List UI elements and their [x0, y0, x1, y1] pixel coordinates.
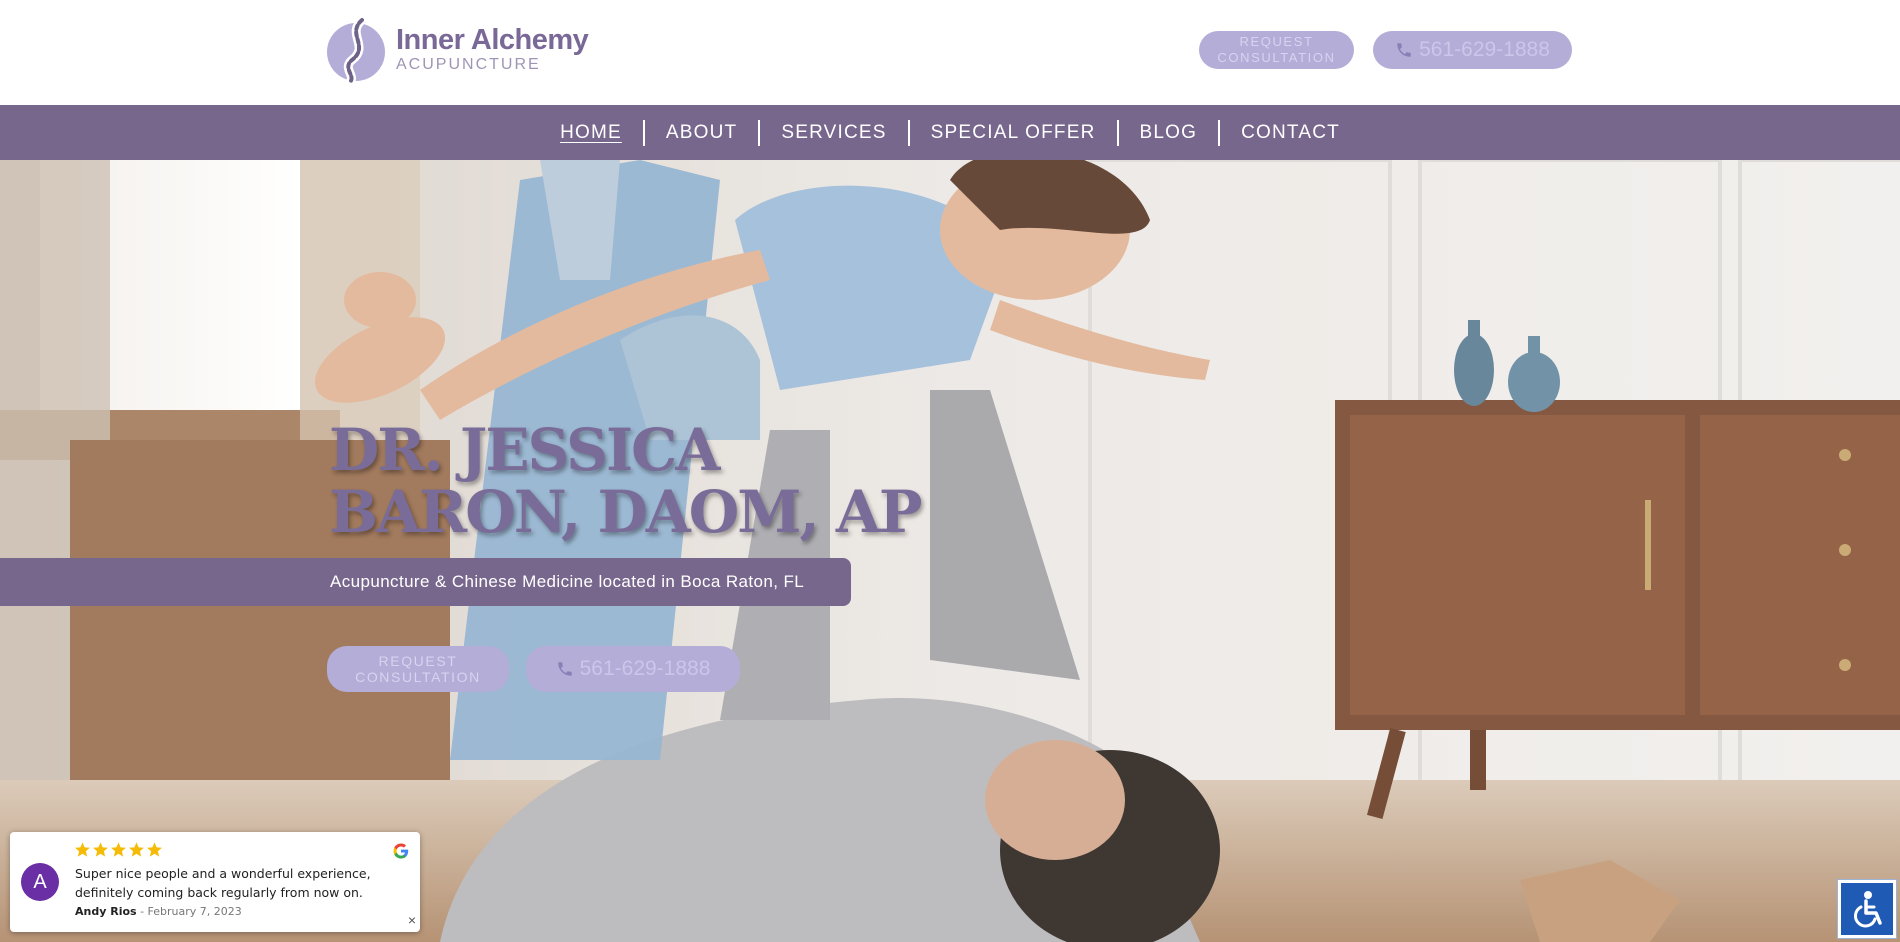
star-icon	[129, 842, 144, 857]
review-text-line-2: definitely coming back regularly from no…	[75, 885, 363, 900]
review-author: Andy Rios	[75, 905, 137, 918]
request-line-2: CONSULTATION	[1217, 50, 1336, 65]
star-icon	[111, 842, 126, 857]
spine-logo-icon	[327, 15, 385, 84]
nav-item-special-offer[interactable]: SPECIAL OFFER	[910, 122, 1117, 144]
nav-item-services[interactable]: SERVICES	[760, 122, 907, 144]
avatar: A	[21, 863, 59, 901]
nav-item-about[interactable]: ABOUT	[645, 122, 758, 144]
request-line-1: REQUEST	[378, 653, 458, 669]
star-icon	[147, 842, 162, 857]
nav-item-contact[interactable]: CONTACT	[1220, 122, 1361, 144]
google-g-icon	[393, 843, 409, 859]
review-date: - February 7, 2023	[136, 905, 242, 918]
accessibility-button[interactable]	[1837, 879, 1897, 939]
star-icon	[93, 842, 108, 857]
hero-tagline-band: Acupuncture & Chinese Medicine located i…	[0, 558, 851, 606]
nav-list: HOME ABOUT SERVICES SPECIAL OFFER BLOG C…	[0, 105, 1900, 160]
wheelchair-icon	[1853, 891, 1882, 928]
phone-icon	[557, 662, 572, 676]
nav-item-blog[interactable]: BLOG	[1119, 122, 1219, 144]
close-icon[interactable]: ×	[405, 912, 419, 928]
google-review-widget[interactable]: A Super nice people and a wonderful expe…	[10, 832, 420, 932]
hero-tagline: Acupuncture & Chinese Medicine located i…	[330, 572, 805, 591]
logo-name: Inner Alchemy	[396, 23, 589, 56]
hero-request-consultation-button[interactable]: REQUEST CONSULTATION	[327, 646, 509, 692]
header-request-consultation-button[interactable]: REQUEST CONSULTATION	[1199, 31, 1354, 69]
hero-phone-label: 561-629-1888	[579, 657, 711, 680]
hero-title-line-2: BARON, DAOM, AP	[329, 478, 922, 546]
phone-icon	[1397, 43, 1411, 57]
request-line-2: CONSULTATION	[355, 669, 481, 685]
request-line-1: REQUEST	[1239, 34, 1314, 49]
review-text-line-1: Super nice people and a wonderful experi…	[75, 866, 371, 881]
review-meta: Andy Rios - February 7, 2023	[75, 905, 242, 918]
hero-title: DR. JESSICA BARON, DAOM, AP	[329, 416, 922, 546]
hero-title-line-1: DR. JESSICA	[329, 416, 720, 484]
site-header: Inner Alchemy ACUPUNCTURE REQUEST CONSUL…	[0, 0, 1900, 105]
logo-text: Inner Alchemy ACUPUNCTURE	[396, 23, 589, 73]
header-phone-button[interactable]: 561-629-1888	[1373, 31, 1572, 69]
star-icon	[75, 842, 90, 857]
star-rating	[74, 841, 163, 858]
hero-section: DR. JESSICA BARON, DAOM, AP Acupuncture …	[0, 160, 1900, 942]
site-logo[interactable]: Inner Alchemy ACUPUNCTURE	[326, 14, 589, 84]
nav-item-home[interactable]: HOME	[539, 122, 643, 144]
review-text: Super nice people and a wonderful experi…	[75, 864, 395, 902]
header-phone-label: 561-629-1888	[1419, 38, 1550, 61]
hero-phone-button[interactable]: 561-629-1888	[526, 646, 740, 692]
main-nav: HOME ABOUT SERVICES SPECIAL OFFER BLOG C…	[0, 105, 1900, 160]
hero-background-image	[0, 160, 1900, 942]
logo-subtitle: ACUPUNCTURE	[396, 55, 541, 73]
